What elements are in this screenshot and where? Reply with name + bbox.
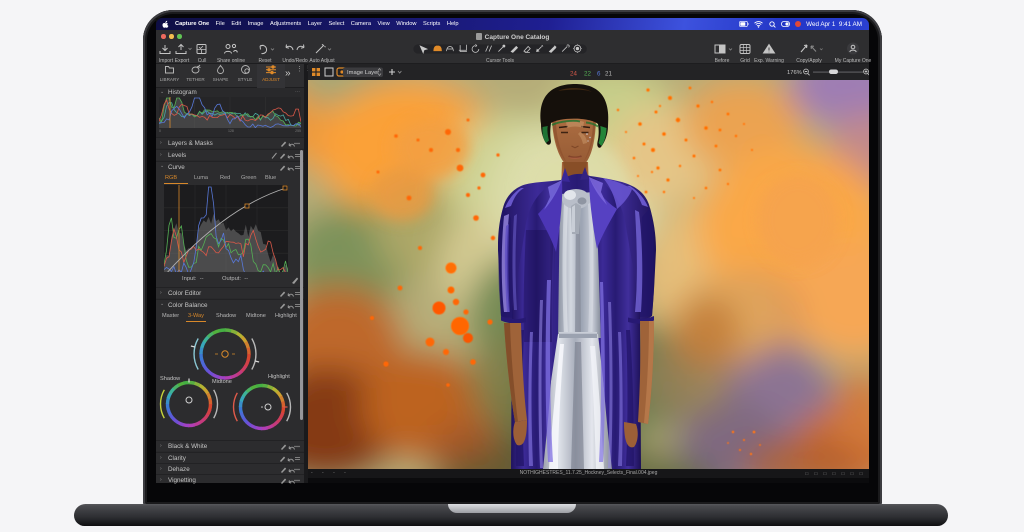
svg-text:Image Layer: Image Layer — [347, 70, 379, 76]
svg-text:22: 22 — [584, 71, 591, 78]
svg-text:176%: 176% — [787, 70, 802, 76]
svg-text:6: 6 — [597, 71, 601, 78]
svg-text:24: 24 — [570, 71, 577, 78]
svg-text:21: 21 — [605, 71, 612, 78]
